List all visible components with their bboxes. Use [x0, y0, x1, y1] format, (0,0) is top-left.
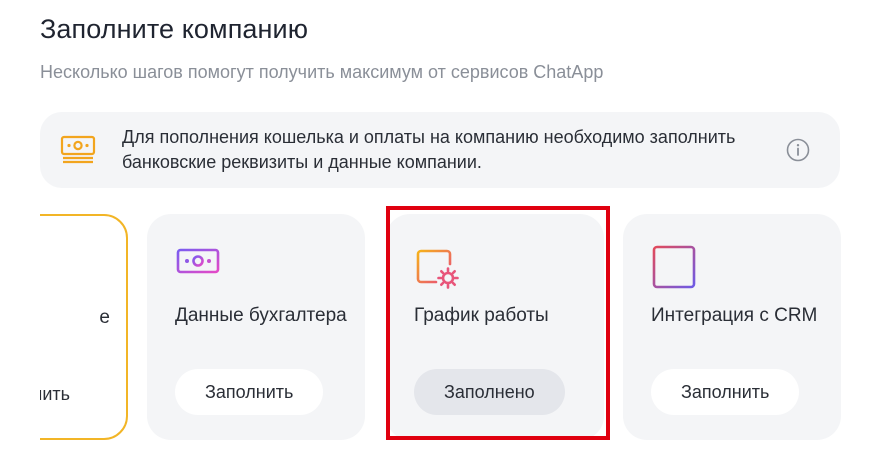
fill-button[interactable]: Заполнить — [175, 369, 324, 415]
filled-button[interactable]: Заполнено — [414, 369, 565, 415]
money-icon — [60, 135, 96, 164]
card-crm-integration[interactable]: Интеграция с CRM Заполнить — [623, 214, 841, 440]
card-label: е — [99, 307, 110, 328]
card-work-schedule[interactable]: График работы Заполнено — [386, 214, 604, 440]
page-title: Заполните компанию — [40, 14, 309, 44]
page-subtitle: Несколько шагов помогут получить максиму… — [40, 62, 604, 82]
fill-button[interactable]: нить — [40, 371, 102, 417]
fill-button[interactable]: Заполнить — [651, 369, 800, 415]
card-partial[interactable]: е нить — [40, 214, 128, 440]
card-label: Интеграция с CRM — [651, 305, 818, 326]
info-icon[interactable] — [786, 138, 810, 162]
card-label: График работы — [414, 305, 549, 326]
info-banner: Для пополнения кошелька и оплаты на комп… — [40, 112, 840, 188]
info-banner-text: Для пополнения кошелька и оплаты на комп… — [122, 127, 736, 172]
card-accountant-data[interactable]: Данные бухгалтера Заполнить — [147, 214, 365, 440]
calendar-gear-icon — [416, 245, 459, 289]
table-icon — [652, 245, 696, 289]
card-label: Данные бухгалтера — [175, 305, 347, 326]
money-icon — [176, 248, 220, 286]
setup-cards: е нить Данные бухгалтера Заполнить — [40, 200, 878, 460]
